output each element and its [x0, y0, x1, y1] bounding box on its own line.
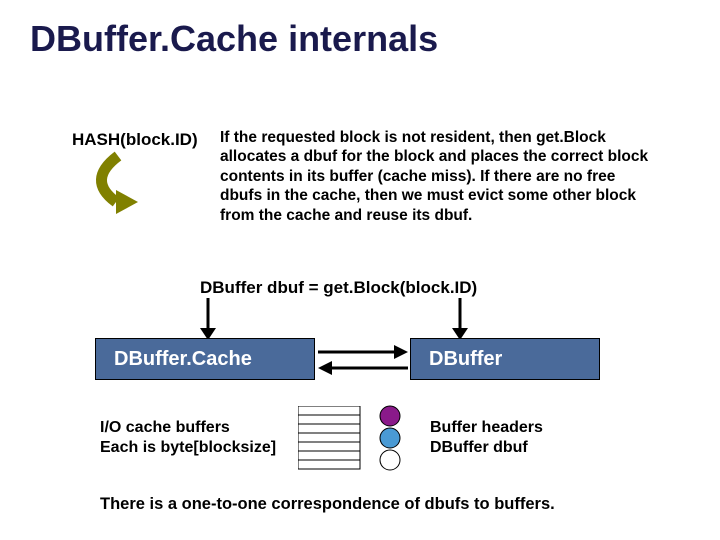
arrow-left-icon [318, 360, 408, 376]
buffer-stack-icon [298, 406, 364, 476]
hash-arrow-icon [88, 150, 168, 230]
bh-line1: Buffer headers [430, 418, 543, 438]
io-line2: Each is byte[blocksize] [100, 438, 276, 458]
code-line: DBuffer dbuf = get.Block(block.ID) [200, 278, 477, 298]
dbuffer-cache-box: DBuffer.Cache [95, 338, 315, 380]
bh-line2: DBuffer dbuf [430, 438, 543, 458]
slide-title: DBuffer.Cache internals [30, 18, 438, 60]
bottom-note: There is a one-to-one correspondence of … [100, 495, 555, 514]
dbuf-circles-icon [376, 404, 410, 476]
dbuffer-box: DBuffer [410, 338, 600, 380]
arrow-right-icon [318, 344, 408, 360]
arrow-down-left-icon [196, 298, 220, 342]
hash-label: HASH(block.ID) [72, 130, 198, 150]
buffer-header-label: Buffer headers DBuffer dbuf [430, 418, 543, 458]
io-line1: I/O cache buffers [100, 418, 276, 438]
arrow-down-right-icon [448, 298, 472, 342]
io-cache-label: I/O cache buffers Each is byte[blocksize… [100, 418, 276, 458]
description-text: If the requested block is not resident, … [220, 128, 660, 225]
